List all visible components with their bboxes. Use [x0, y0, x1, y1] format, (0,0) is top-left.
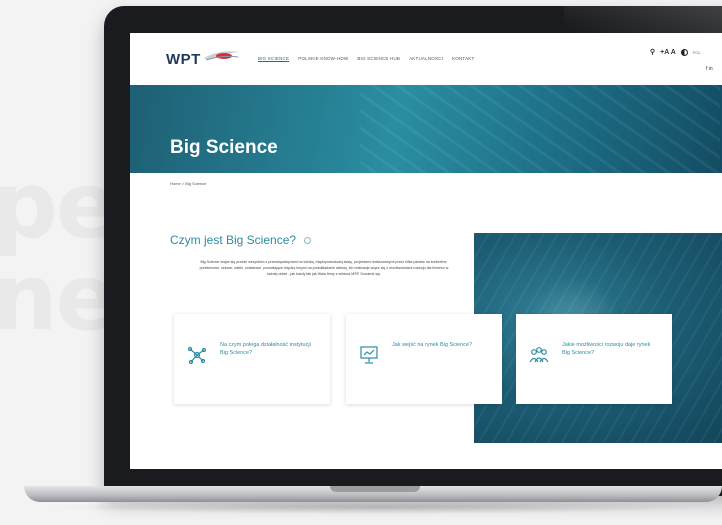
card-development[interactable]: Jakie możliwości rozwoju daje rynek Big …: [516, 314, 672, 404]
info-icon: [304, 236, 312, 244]
contrast-icon[interactable]: [680, 48, 688, 56]
laptop-screen: WPT Big Science Polskie know-how Big Sci…: [130, 33, 722, 469]
laptop-shadow: [40, 500, 720, 514]
nav-item-hub[interactable]: Big Science Hub: [357, 56, 400, 62]
main-nav: Big Science Polskie know-how Big Science…: [258, 56, 474, 62]
nav-item-know-how[interactable]: Polskie know-how: [298, 56, 348, 62]
nav-item-contact[interactable]: Kontakt: [452, 56, 474, 62]
laptop-base-notch: [330, 486, 420, 492]
background-ghost-text-1: pe: [0, 152, 118, 259]
card-activity[interactable]: Na czym polega działalność instytucji Bi…: [174, 314, 330, 404]
font-size-toggle[interactable]: +A A: [660, 49, 676, 56]
hero-banner: Big Science: [130, 85, 722, 173]
site-logo[interactable]: WPT: [166, 51, 201, 68]
section-title: Czym jest Big Science?: [170, 233, 312, 247]
social-links[interactable]: f in: [706, 66, 713, 72]
nav-item-news[interactable]: Aktualności: [409, 56, 443, 62]
logo-swoosh-icon: [204, 51, 240, 61]
card-market-entry[interactable]: Jak wejść na rynek Big Science?: [346, 314, 502, 404]
page-title: Big Science: [170, 137, 278, 158]
breadcrumb[interactable]: Home > Big Science: [170, 181, 206, 186]
card-development-text: Jakie możliwości rozwoju daje rynek Big …: [562, 342, 651, 356]
card-market-entry-text: Jak wejść na rynek Big Science?: [392, 342, 473, 348]
nav-item-big-science[interactable]: Big Science: [258, 56, 290, 62]
section-title-text: Czym jest Big Science?: [170, 233, 297, 247]
search-icon[interactable]: ⚲: [650, 48, 655, 56]
card-activity-text: Na czym polega działalność instytucji Bi…: [220, 342, 311, 356]
header-tools: ⚲ +A A POL: [650, 48, 701, 56]
language-selector[interactable]: POL: [693, 50, 701, 55]
section-description: Big Science wiąże się przede wszystkim z…: [199, 260, 449, 276]
presentation-icon: [360, 346, 378, 364]
team-icon: [529, 347, 549, 363]
site-header: WPT Big Science Polskie know-how Big Sci…: [130, 33, 722, 85]
network-icon: [187, 346, 207, 365]
